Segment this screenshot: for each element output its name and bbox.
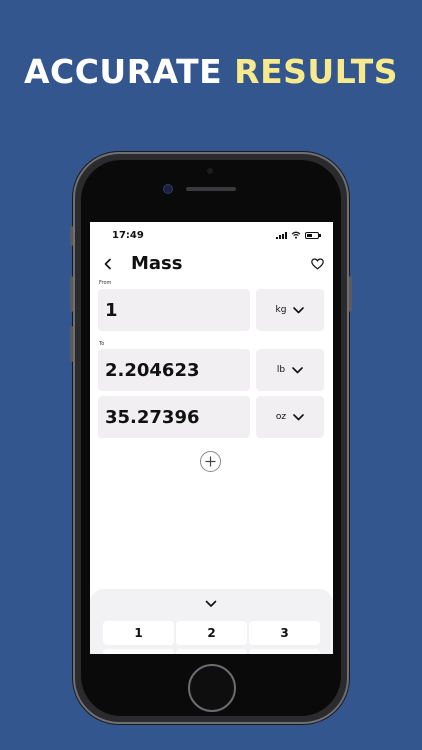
wifi-icon [291, 231, 301, 239]
power-button [349, 276, 352, 312]
from-unit: kg [275, 305, 287, 315]
to-value: 2.204623 [105, 359, 200, 381]
earpiece-speaker [186, 187, 236, 191]
from-unit-select[interactable]: kg [256, 289, 324, 331]
to-unit: oz [275, 412, 287, 422]
status-icons [276, 231, 321, 239]
volume-down-button [70, 326, 73, 362]
from-label: From [99, 280, 112, 286]
key-1[interactable]: 1 [103, 621, 174, 645]
chevron-down-icon [292, 366, 303, 373]
plus-icon [205, 456, 216, 467]
home-button[interactable] [188, 664, 236, 712]
chevron-down-icon [293, 413, 304, 420]
to-label: To [99, 341, 105, 347]
to-unit-select[interactable]: oz [256, 396, 324, 438]
keypad-collapse-button[interactable] [202, 597, 220, 611]
to-value-field[interactable]: 2.204623 [98, 349, 250, 391]
proximity-sensor [207, 168, 213, 174]
from-value: 1 [105, 299, 118, 321]
page-title: Mass [131, 253, 183, 274]
headline-part1: ACCURATE [23, 52, 223, 91]
title-bar: Mass [90, 252, 333, 278]
status-time: 17:49 [112, 230, 144, 241]
key[interactable] [176, 649, 247, 654]
key[interactable] [249, 649, 320, 654]
status-bar: 17:49 [90, 222, 333, 248]
battery-icon [305, 231, 321, 239]
headline-part2: RESULTS [234, 52, 399, 91]
to-unit-select[interactable]: lb [256, 349, 324, 391]
chevron-down-icon [293, 306, 305, 313]
back-button[interactable] [98, 254, 118, 274]
chevron-down-icon [205, 600, 217, 607]
key[interactable] [103, 649, 174, 654]
promo-headline: ACCURATE RESULTS [0, 52, 422, 91]
numeric-keypad: 1 2 3 [90, 589, 333, 654]
back-icon [104, 258, 111, 270]
to-value-field[interactable]: 35.27396 [98, 396, 250, 438]
add-unit-button[interactable] [200, 451, 221, 472]
from-value-field[interactable]: 1 [98, 289, 250, 331]
favorite-button[interactable] [307, 254, 327, 274]
mute-switch [70, 226, 73, 246]
key-3[interactable]: 3 [249, 621, 320, 645]
signal-icon [276, 231, 287, 239]
to-unit: lb [276, 365, 286, 375]
to-value: 35.27396 [105, 406, 200, 428]
key-2[interactable]: 2 [176, 621, 247, 645]
front-camera [163, 184, 173, 194]
heart-icon [310, 258, 324, 270]
volume-up-button [70, 276, 73, 312]
app-screen: 17:49 Mass From 1 kg To 2.204623 lb 35.2… [90, 222, 333, 654]
